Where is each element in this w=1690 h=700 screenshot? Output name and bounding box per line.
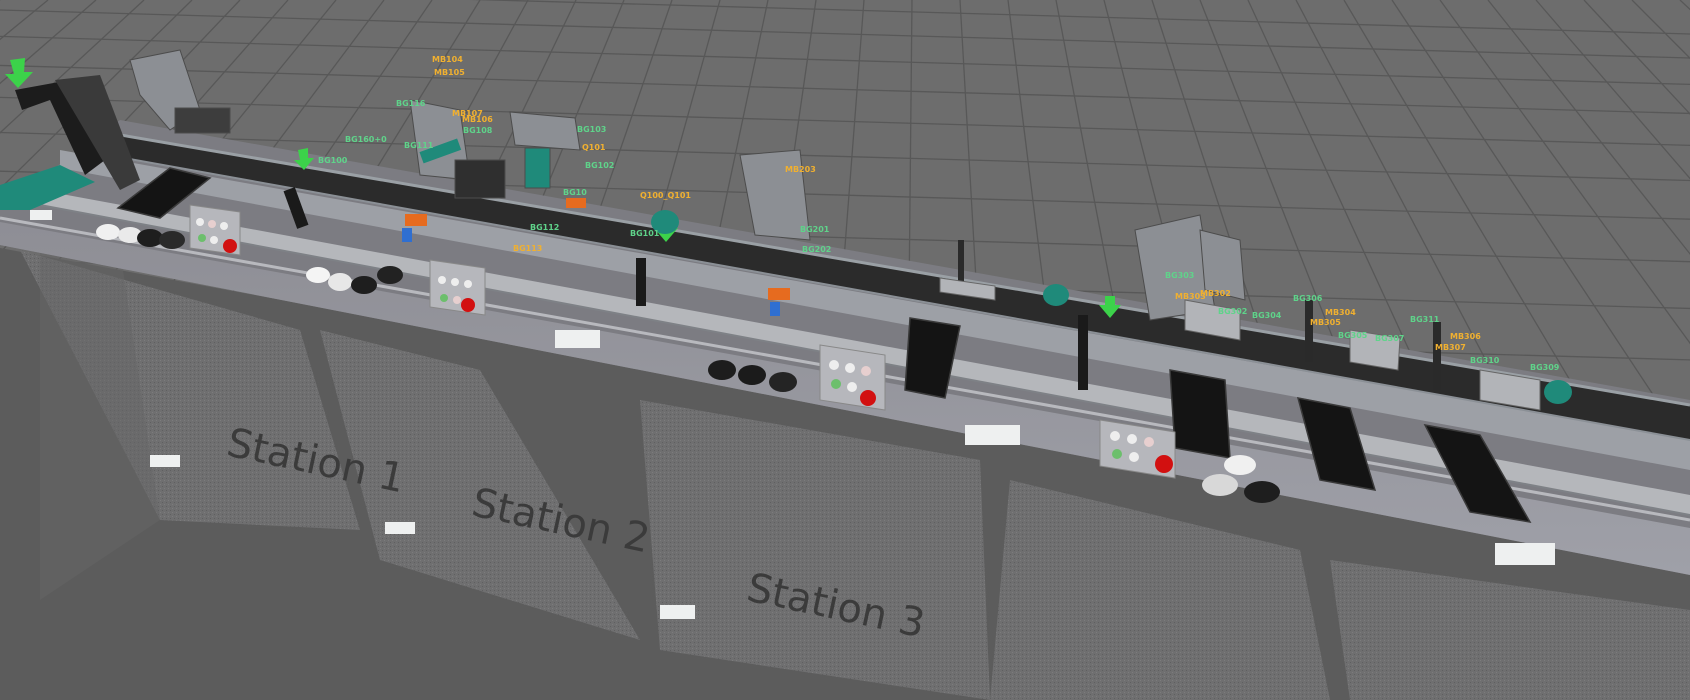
sensor-tag: BG309	[1530, 363, 1560, 372]
sensor-tag: BG201	[800, 225, 830, 234]
sensor-tag: BG100	[318, 156, 348, 165]
simulation-viewport[interactable]: Station 1 Station 2 Station 3 MB104 MB10…	[0, 0, 1690, 700]
sensor-tag: MB203	[785, 165, 816, 174]
sensor-tag: BG160+0	[345, 135, 387, 144]
sensor-tag: BG202	[802, 245, 831, 254]
sensor-tag: MB305	[1310, 318, 1341, 327]
sensor-tag: BG108	[463, 126, 493, 135]
sensor-tag: BG111	[404, 141, 434, 150]
sensor-tag: BG304	[1252, 311, 1282, 320]
sensor-tag: BG306	[1293, 294, 1323, 303]
control-panel-2[interactable]	[429, 259, 486, 316]
sensor-tag: BG116	[396, 99, 426, 108]
sensor-tag: MB105	[434, 68, 465, 77]
sensor-tag: MB303	[1175, 292, 1206, 301]
sensor-tag: BG10	[563, 188, 587, 197]
emergency-stop-button-4[interactable]	[1155, 455, 1173, 473]
sensor-tag: BG303	[1165, 271, 1194, 280]
sensor-tag: Q100_Q101	[640, 191, 691, 200]
control-panel-3[interactable]	[819, 344, 886, 411]
sensor-tag: BG101	[630, 229, 660, 238]
sensor-tag: BG311	[1410, 315, 1440, 324]
sensor-tag: MB104	[432, 55, 463, 64]
control-panel-1[interactable]	[189, 204, 241, 256]
sensor-tag: MB306	[1450, 332, 1481, 341]
sensor-tag: BG307	[1375, 334, 1404, 343]
emergency-stop-button-3[interactable]	[860, 390, 876, 406]
sensor-tag: BG112	[530, 223, 559, 232]
sensor-tag: MB304	[1325, 308, 1356, 317]
emergency-stop-button-1[interactable]	[223, 239, 237, 253]
sensor-tag: BG305	[1338, 331, 1368, 340]
emergency-stop-button-2[interactable]	[461, 298, 475, 312]
sensor-tag: BG103	[577, 125, 606, 134]
sensor-tag: BG102	[585, 161, 614, 170]
sensor-tag: BG310	[1470, 356, 1500, 365]
sensor-tag: MB106	[462, 115, 493, 124]
sensor-tag: Q101	[582, 143, 606, 152]
sensor-tag: BG113	[513, 244, 542, 253]
factory-3d-view: Station 1 Station 2 Station 3 MB104MB105…	[0, 0, 1690, 700]
sensor-tag: MB307	[1435, 343, 1466, 352]
sensor-tag: BG302	[1218, 307, 1247, 316]
